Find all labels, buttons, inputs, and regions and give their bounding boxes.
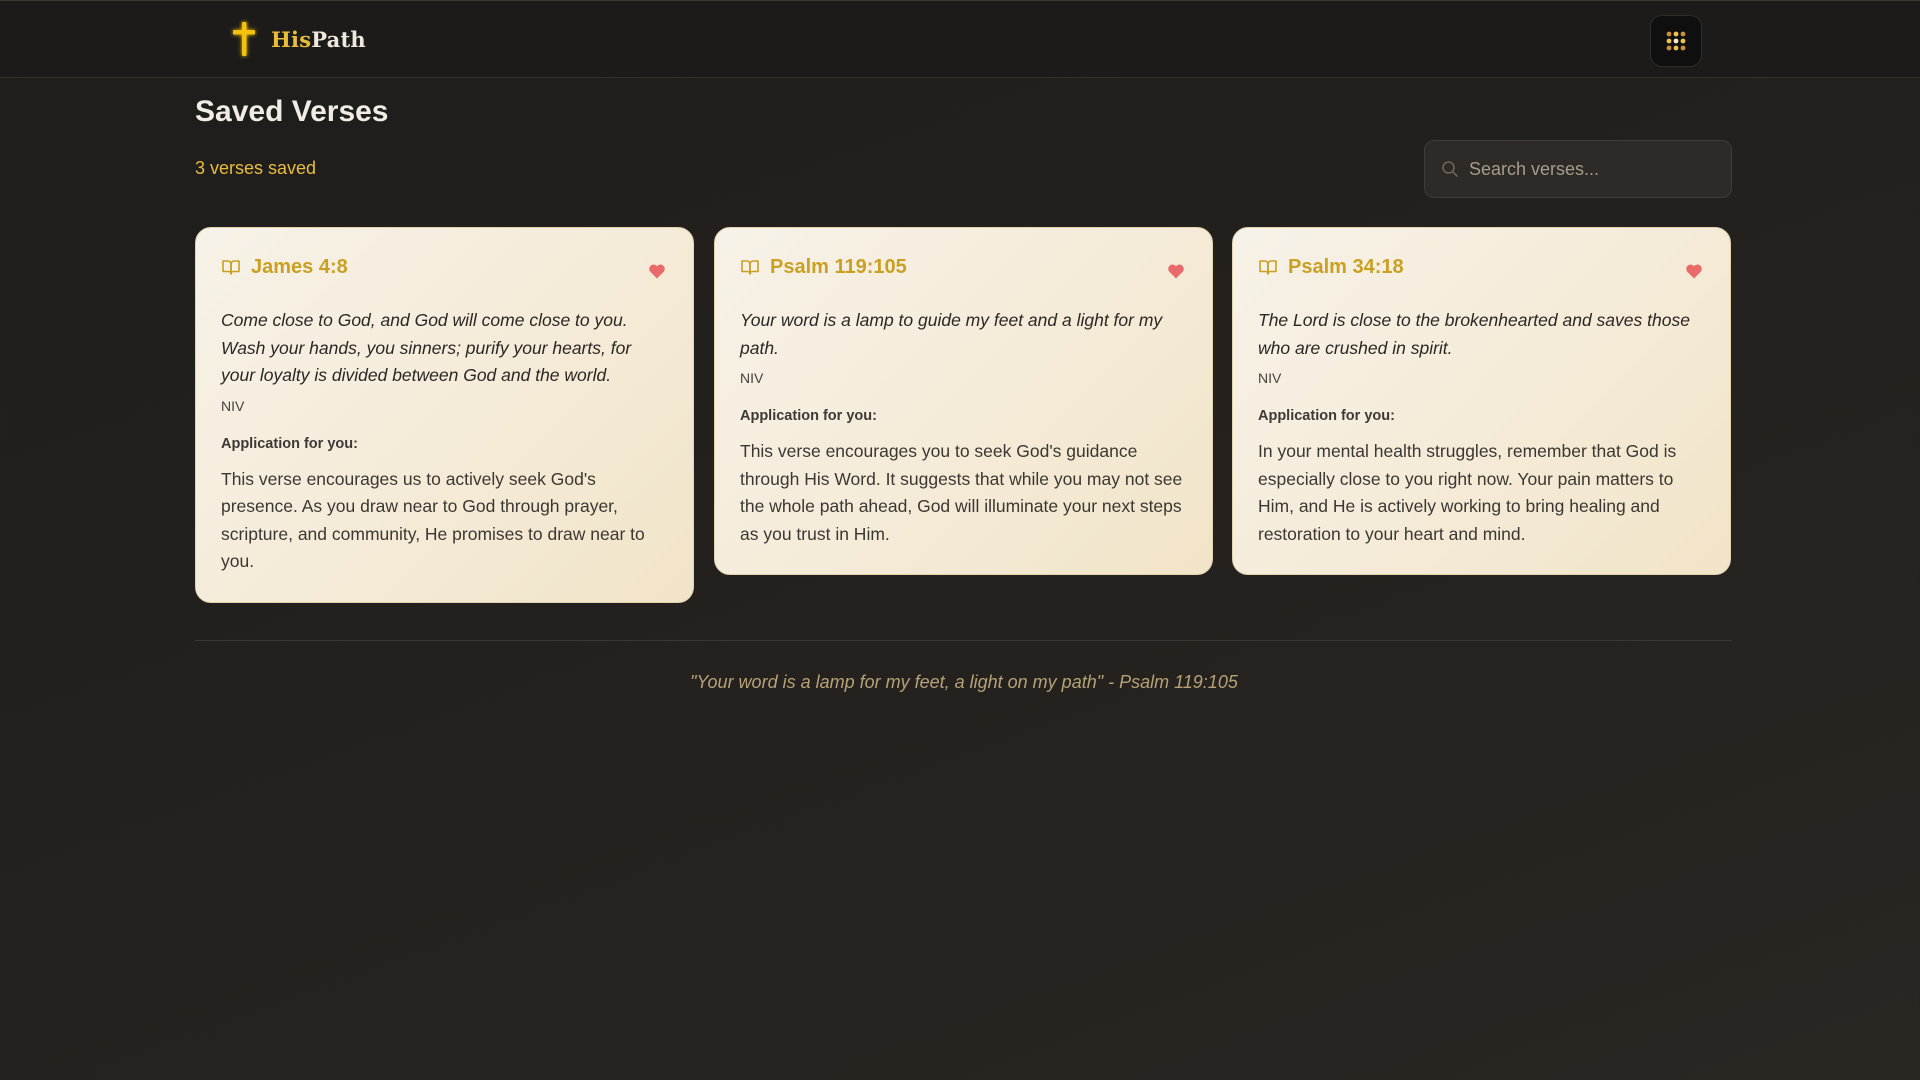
heart-icon <box>1168 264 1184 279</box>
verse-text: The Lord is close to the brokenhearted a… <box>1258 310 1690 358</box>
favorite-button[interactable] <box>1165 260 1187 282</box>
translation-label: NIV <box>1258 370 1282 386</box>
saved-count: 3 verses saved <box>195 158 317 178</box>
brand-name-his: His <box>271 26 312 52</box>
application-heading: Application for you: <box>740 408 877 424</box>
book-open-icon <box>222 260 240 275</box>
verse-card[interactable]: Psalm 119:105 Your word is a lamp to gui… <box>714 227 1213 575</box>
translation-label: NIV <box>740 370 764 386</box>
search-box[interactable] <box>1424 140 1732 198</box>
top-navigation-bar: HisPath <box>0 0 1920 78</box>
application-text: In your mental health struggles, remembe… <box>1258 441 1677 544</box>
search-icon <box>1442 161 1458 177</box>
menu-button[interactable] <box>1650 15 1702 67</box>
verse-reference: James 4:8 <box>251 255 348 278</box>
verse-reference: Psalm 119:105 <box>770 255 907 278</box>
search-input[interactable] <box>1469 141 1731 197</box>
cross-icon <box>233 22 255 56</box>
verse-card[interactable]: James 4:8 Come close to God, and God wil… <box>195 227 694 603</box>
application-heading: Application for you: <box>1258 408 1395 424</box>
book-open-icon <box>741 260 759 275</box>
brand-name: HisPath <box>271 27 366 52</box>
favorite-button[interactable] <box>646 260 668 282</box>
page-title: Saved Verses <box>195 95 389 128</box>
card-header: Psalm 119:105 <box>740 254 1187 280</box>
footer-quote: "Your word is a lamp for my feet, a ligh… <box>690 672 1238 692</box>
favorite-button[interactable] <box>1683 260 1705 282</box>
card-header: Psalm 34:18 <box>1258 254 1705 280</box>
footer-divider <box>195 640 1732 641</box>
verse-text: Your word is a lamp to guide my feet and… <box>740 310 1163 358</box>
book-open-icon <box>1259 260 1277 275</box>
verse-card[interactable]: Psalm 34:18 The Lord is close to the bro… <box>1232 227 1731 575</box>
application-text: This verse encourages you to seek God's … <box>740 441 1183 544</box>
brand-name-path: Path <box>311 26 366 52</box>
heart-icon <box>649 264 665 279</box>
verse-reference: Psalm 34:18 <box>1288 255 1404 278</box>
verse-text: Come close to God, and God will come clo… <box>221 310 632 385</box>
dots-grid-icon <box>1666 31 1686 51</box>
heart-icon <box>1686 264 1702 279</box>
brand-logo[interactable]: HisPath <box>229 19 366 59</box>
application-text: This verse encourages us to actively see… <box>221 468 645 572</box>
card-header: James 4:8 <box>221 254 668 280</box>
application-heading: Application for you: <box>221 435 358 452</box>
translation-label: NIV <box>221 397 245 414</box>
